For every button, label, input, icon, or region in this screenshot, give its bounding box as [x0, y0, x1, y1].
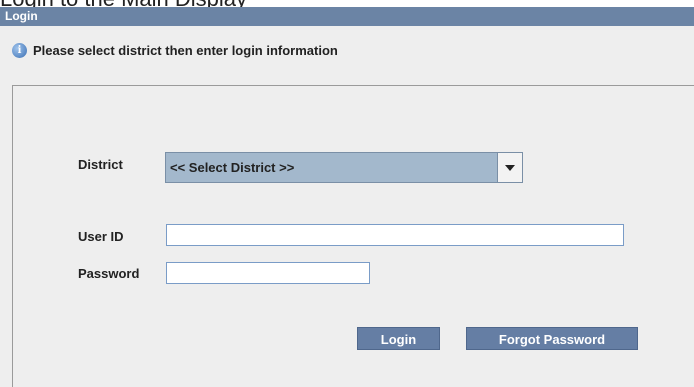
info-message: i Please select district then enter logi…	[12, 41, 338, 59]
forgot-password-button[interactable]: Forgot Password	[466, 327, 638, 350]
userid-input[interactable]	[166, 224, 624, 246]
district-dropdown-button[interactable]	[497, 153, 522, 182]
chevron-down-icon	[505, 165, 515, 171]
district-label: District	[78, 157, 123, 172]
login-button[interactable]: Login	[357, 327, 440, 350]
userid-label: User ID	[78, 229, 124, 244]
password-input[interactable]	[166, 262, 370, 284]
password-label: Password	[78, 266, 140, 281]
info-icon: i	[12, 42, 27, 58]
info-message-text: Please select district then enter login …	[33, 42, 338, 58]
district-select-value: << Select District >>	[170, 160, 295, 175]
district-select[interactable]: << Select District >>	[165, 152, 523, 183]
dialog-title: Login	[0, 7, 694, 26]
